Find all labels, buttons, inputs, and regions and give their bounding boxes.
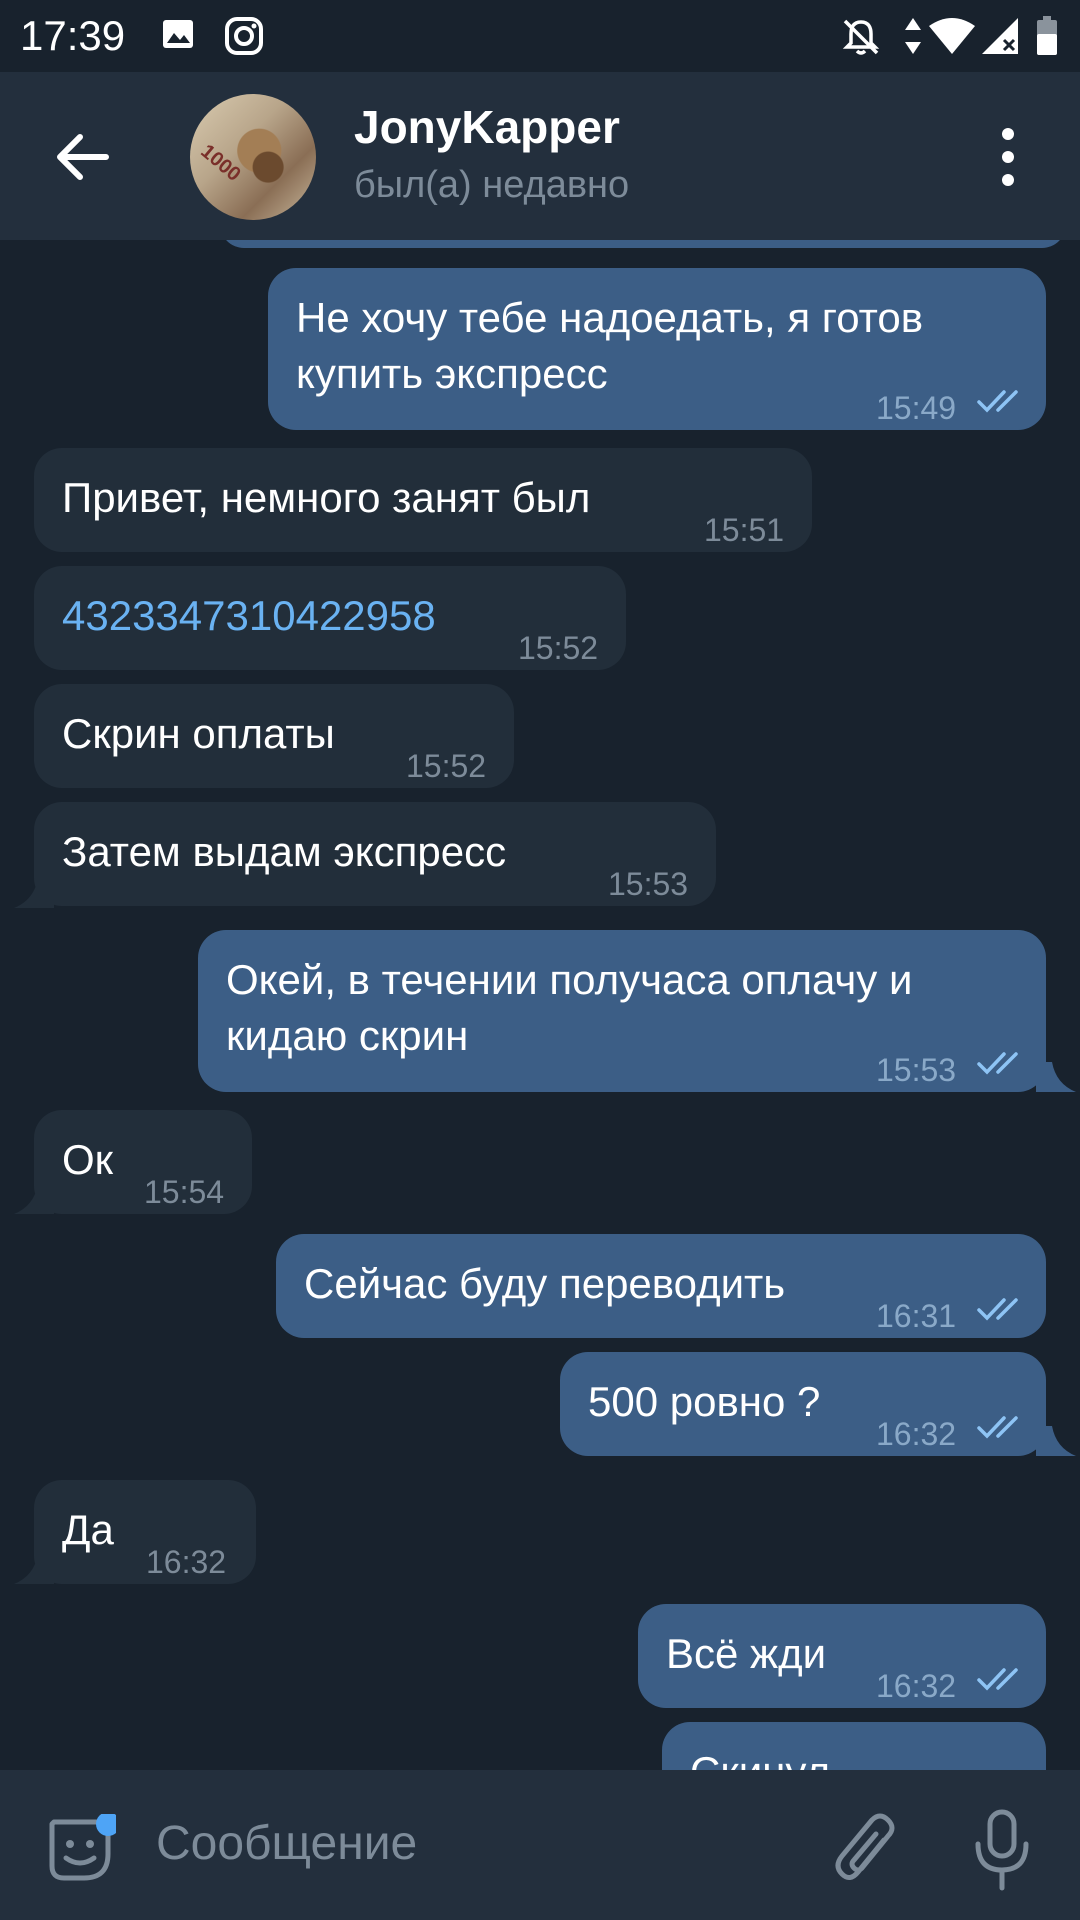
message-bubble-outgoing[interactable]: Окей, в течении получаса оплачу и кидаю … (198, 930, 1046, 1092)
message-text: кидаю скрин (226, 1012, 469, 1059)
bubble-tail (14, 878, 54, 908)
card-number-link[interactable]: 4323347310422958 (62, 588, 436, 644)
message-time: 15:53 (876, 1052, 957, 1088)
message-time: 16:32 (876, 1668, 957, 1704)
message-bubble-incoming[interactable]: Затем выдам экспресс 15:53 (34, 802, 716, 906)
message-bubble-partial (220, 240, 1066, 248)
message-bubble-outgoing[interactable]: Всё жди 16:32 (638, 1604, 1046, 1708)
instagram-icon (225, 17, 263, 55)
message-bubble-outgoing[interactable]: 500 ровно ? 16:32 (560, 1352, 1046, 1456)
message-text: 500 ровно ? (588, 1378, 821, 1425)
bubble-tail (14, 1554, 54, 1584)
message-text: Привет, немного занят был (62, 474, 591, 521)
chat-header: 1000 JonyKapper был(а) недавно (0, 72, 1080, 240)
message-composer: Сообщение (0, 1770, 1080, 1920)
message-bubble-incoming[interactable]: Привет, немного занят был 15:51 (34, 448, 812, 552)
message-time: 16:32 (146, 1544, 227, 1580)
status-bar: 17:39 (0, 0, 1080, 72)
read-checkmarks-icon (977, 1298, 1018, 1321)
avatar-banknote-text: 1000 (196, 140, 245, 186)
read-checkmarks-icon (977, 390, 1018, 413)
bubble-tail (1036, 1426, 1076, 1456)
message-text: Ок (62, 1136, 114, 1183)
microphone-icon[interactable] (970, 1808, 1034, 1892)
read-checkmarks-icon (977, 1668, 1018, 1691)
message-input[interactable]: Сообщение (156, 1816, 417, 1871)
message-time: 15:49 (876, 390, 957, 426)
image-icon (163, 20, 193, 48)
message-text: Скинул (690, 1744, 830, 1770)
message-text: купить экспресс (296, 350, 608, 397)
status-time: 17:39 (20, 12, 126, 59)
message-bubble-incoming[interactable]: Да 16:32 (34, 1480, 256, 1584)
message-text: Скрин оплаты (62, 710, 335, 757)
message-text: Да (62, 1506, 114, 1553)
message-bubble-incoming[interactable]: Ок 15:54 (34, 1110, 252, 1214)
message-bubble-incoming[interactable]: Скрин оплаты 15:52 (34, 684, 514, 788)
message-time: 15:53 (608, 866, 689, 902)
message-text: Всё жди (666, 1630, 827, 1677)
chat-title[interactable]: JonyKapper (354, 100, 620, 154)
message-text: Затем выдам экспресс (62, 828, 507, 875)
message-bubble-outgoing[interactable]: Сейчас буду переводить 16:31 (276, 1234, 1046, 1338)
message-time: 15:52 (406, 748, 487, 784)
read-checkmarks-icon (977, 1052, 1018, 1075)
message-time: 16:31 (876, 1298, 957, 1334)
message-time: 15:54 (144, 1174, 225, 1210)
more-options-icon[interactable] (990, 122, 1026, 192)
data-arrows-icon (905, 18, 921, 54)
avatar[interactable]: 1000 (190, 94, 316, 220)
message-list[interactable]: Не хочу тебе надоедать, я готов купить э… (0, 240, 1080, 1770)
message-time: 15:52 (518, 630, 599, 666)
paperclip-attach-icon[interactable] (830, 1810, 900, 1890)
wifi-icon (929, 18, 975, 54)
mute-icon (842, 19, 880, 55)
message-text: Окей, в течении получаса оплачу и (226, 956, 913, 1003)
message-text: Сейчас буду переводить (304, 1260, 786, 1307)
sticker-emoji-icon[interactable] (44, 1814, 116, 1886)
back-arrow-icon[interactable] (48, 122, 118, 192)
signal-icon (982, 18, 1018, 54)
message-time: 15:51 (704, 512, 785, 548)
notification-dot (96, 1814, 116, 1836)
message-bubble-outgoing[interactable]: Не хочу тебе надоедать, я готов купить э… (268, 268, 1046, 430)
message-text: Не хочу тебе надоедать, я готов (296, 294, 924, 341)
bubble-tail (14, 1184, 54, 1214)
message-bubble-incoming[interactable]: 4323347310422958 15:52 (34, 566, 626, 670)
last-seen-status: был(а) недавно (354, 164, 630, 206)
bubble-tail (1036, 1062, 1076, 1092)
read-checkmarks-icon (977, 1416, 1018, 1439)
message-bubble-outgoing[interactable]: Скинул (662, 1722, 1046, 1770)
battery-icon (1037, 16, 1057, 55)
message-time: 16:32 (876, 1416, 957, 1452)
